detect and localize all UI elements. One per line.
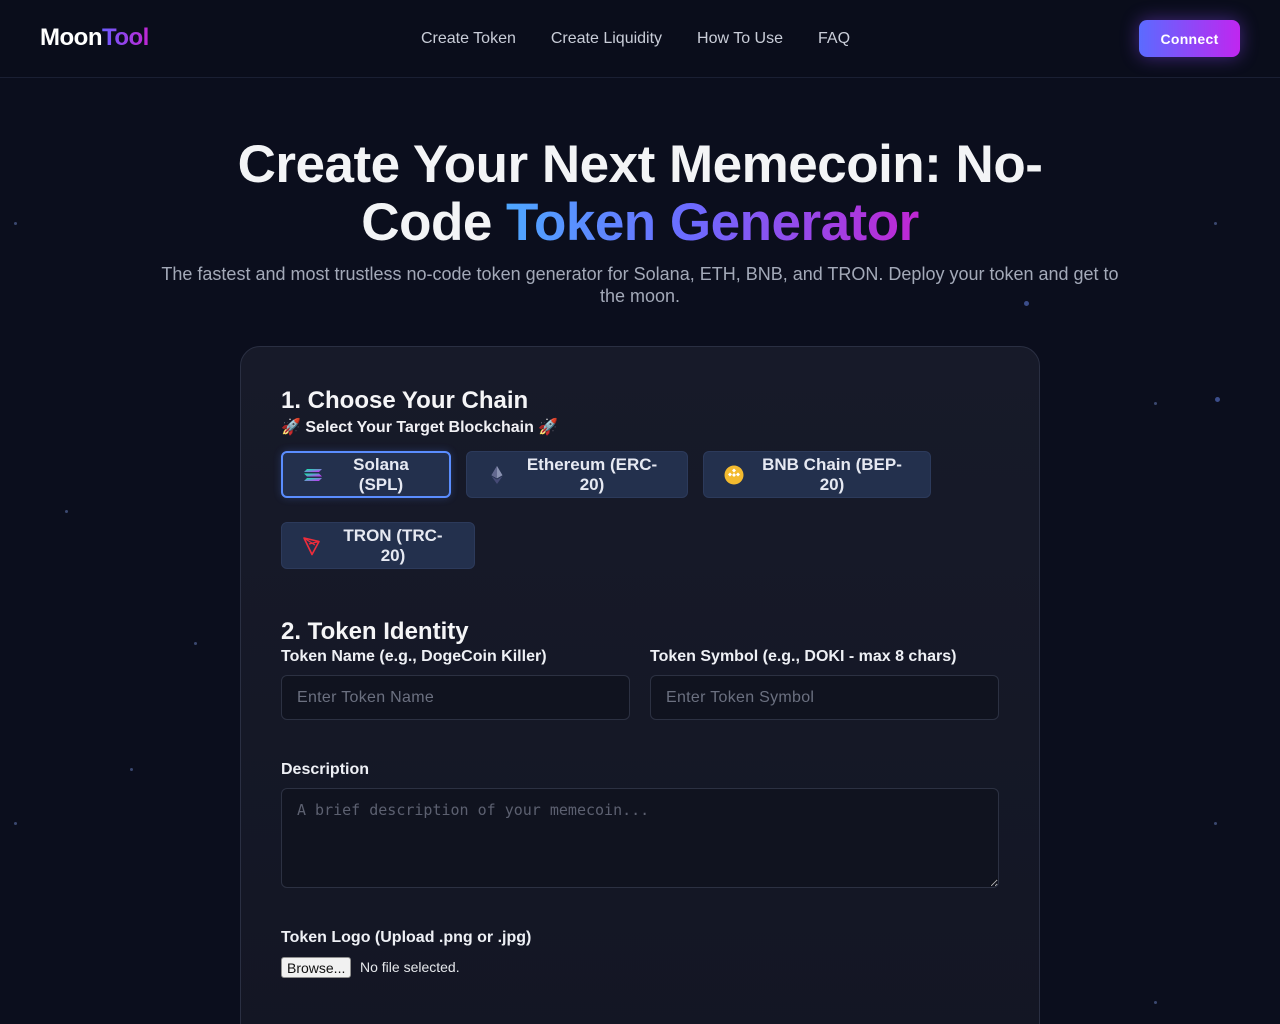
background-star — [65, 510, 68, 513]
solana-icon — [303, 465, 323, 485]
chain-label: TRON (TRC-20) — [343, 525, 443, 565]
step1-subtitle: 🚀 Select Your Target Blockchain 🚀 — [281, 419, 559, 436]
step2-title: 2. Token Identity — [281, 618, 469, 645]
hero-title: Create Your Next Memecoin: No- Code Toke… — [140, 136, 1140, 252]
background-star — [1215, 397, 1220, 402]
hero-title-line2-plain: Code — [361, 193, 507, 252]
description-label: Description — [281, 761, 370, 778]
chain-button-solana[interactable]: Solana (SPL) — [281, 451, 451, 498]
tron-icon — [302, 536, 322, 556]
chain-button-ethereum[interactable]: Ethereum (ERC-20) — [466, 451, 688, 498]
background-star — [130, 768, 133, 771]
token-generator-card: 1. Choose Your Chain 🚀 Select Your Targe… — [240, 346, 1040, 1024]
chain-button-bnb[interactable]: BNB Chain (BEP-20) — [703, 451, 931, 498]
background-star — [14, 822, 17, 825]
moontool-logo[interactable]: MoonTool — [40, 24, 149, 52]
background-star — [194, 642, 197, 645]
top-navbar: MoonTool Create Token Create Liquidity H… — [0, 0, 1280, 78]
nav-link-create-token[interactable]: Create Token — [421, 30, 516, 48]
token-name-input[interactable] — [281, 675, 630, 720]
chain-label: Ethereum (ERC-20) — [526, 454, 658, 494]
token-logo-label: Token Logo (Upload .png or .jpg) — [281, 929, 532, 946]
logo-text-tool: Tool — [101, 24, 149, 51]
nav-link-how-to-use[interactable]: How To Use — [697, 30, 783, 48]
background-star — [14, 222, 17, 225]
connect-wallet-button[interactable]: Connect — [1139, 20, 1240, 57]
ethereum-icon — [487, 465, 507, 485]
logo-text-moon: Moon — [40, 24, 102, 51]
file-status-text: No file selected. — [360, 959, 460, 975]
nav-links: Create Token Create Liquidity How To Use… — [421, 30, 850, 48]
hero-subtitle: The fastest and most trustless no-code t… — [161, 264, 1119, 306]
background-star — [1154, 402, 1157, 405]
bnb-icon — [724, 465, 744, 485]
token-symbol-label: Token Symbol (e.g., DOKI - max 8 chars) — [650, 648, 957, 665]
step1-title: 1. Choose Your Chain — [281, 387, 529, 414]
background-star — [1154, 1001, 1157, 1004]
browse-file-button[interactable]: Browse... — [281, 957, 352, 978]
nav-link-faq[interactable]: FAQ — [818, 30, 850, 48]
background-star — [1214, 222, 1217, 225]
background-star — [1214, 822, 1217, 825]
nav-link-create-liquidity[interactable]: Create Liquidity — [551, 30, 662, 48]
hero-title-line2-gradient: Token Generator — [506, 193, 919, 252]
token-symbol-input[interactable] — [650, 675, 999, 720]
hero-title-line1: Create Your Next Memecoin: No- — [237, 135, 1043, 194]
chain-button-tron[interactable]: TRON (TRC-20) — [281, 522, 475, 569]
token-name-label: Token Name (e.g., DogeCoin Killer) — [281, 648, 547, 665]
description-textarea[interactable] — [281, 788, 999, 888]
chain-label: BNB Chain (BEP-20) — [762, 454, 902, 494]
chain-label: Solana (SPL) — [353, 454, 409, 494]
